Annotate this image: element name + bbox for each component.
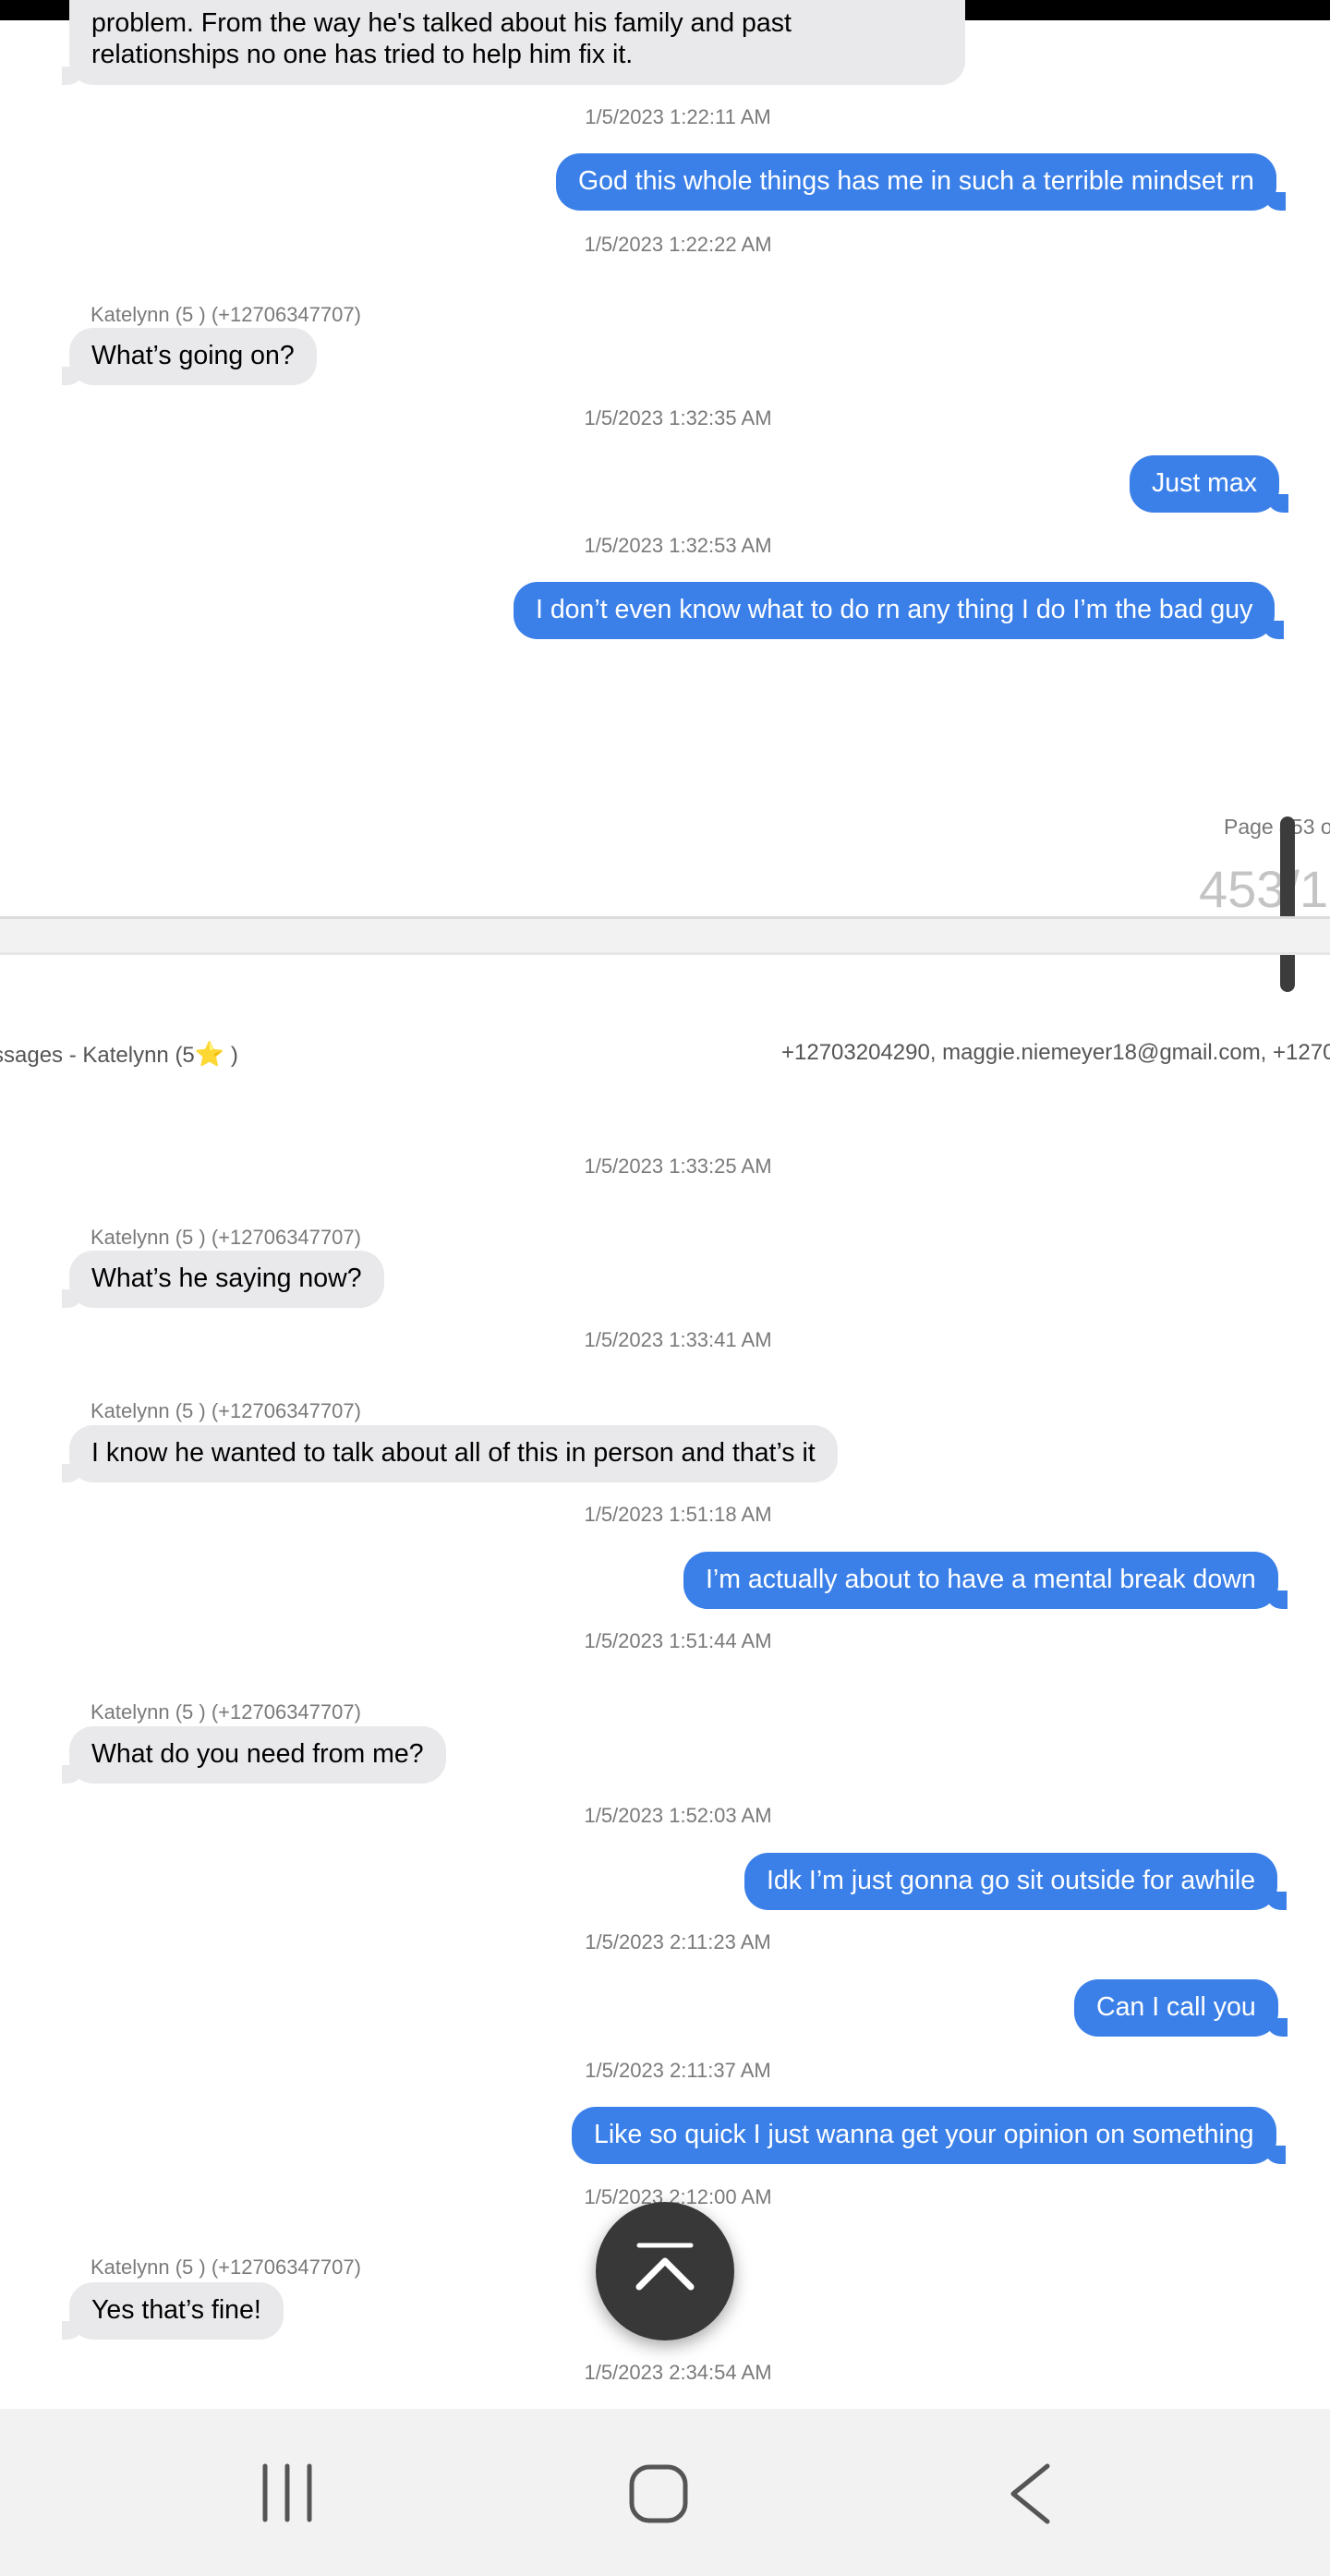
back-icon	[1010, 2463, 1050, 2524]
conversation-title-text: ssages - Katelynn (5	[0, 1043, 195, 1068]
message-text: What’s going on?	[91, 341, 295, 370]
message-timestamp: 1/5/2023 1:22:22 AM	[584, 233, 772, 256]
system-navigation-bar	[0, 2409, 1330, 2576]
message-text: I don’t even know what to do rn any thin…	[536, 595, 1253, 624]
scroll-to-top-button[interactable]	[596, 2202, 734, 2340]
message-bubble-outgoing: Can I call you	[1074, 1979, 1288, 2037]
message-timestamp: 1/5/2023 1:51:18 AM	[584, 1503, 772, 1526]
message-sender: Katelynn (5 ) (+12706347707)	[91, 303, 361, 326]
message-bubble-incoming: I know he wanted to talk about all of th…	[62, 1425, 838, 1482]
home-icon	[629, 2464, 688, 2523]
message-timestamp: 1/5/2023 1:22:11 AM	[585, 105, 771, 128]
message-timestamp: 1/5/2023 2:34:54 AM	[584, 2361, 772, 2384]
message-text: I’m actually about to have a mental brea…	[706, 1565, 1256, 1594]
recents-icon	[262, 2463, 312, 2522]
message-sender: Katelynn (5 ) (+12706347707)	[91, 1399, 361, 1422]
message-sender: Katelynn (5 ) (+12706347707)	[91, 1700, 361, 1723]
message-sender: Katelynn (5 ) (+12706347707)	[91, 2256, 361, 2279]
message-text: God this whole things has me in such a t…	[578, 166, 1254, 196]
message-timestamp: 1/5/2023 2:11:37 AM	[585, 2059, 771, 2082]
message-timestamp: 1/5/2023 1:52:03 AM	[584, 1804, 772, 1827]
message-text: Idk I’m just gonna go sit outside for aw…	[767, 1866, 1256, 1895]
message-text: Yes that’s fine!	[91, 2295, 261, 2325]
conversation-participants: +12703204290, maggie.niemeyer18@gmail.co…	[781, 1040, 1330, 1065]
message-text-line: problem. From the way he's talked about …	[91, 8, 792, 38]
star-icon: ⭐	[194, 1040, 225, 1068]
message-bubble-outgoing: God this whole things has me in such a t…	[556, 153, 1286, 211]
message-timestamp: 1/5/2023 1:33:25 AM	[584, 1155, 772, 1178]
nav-recents-button[interactable]	[213, 2409, 361, 2576]
message-text: Like so quick I just wanna get your opin…	[594, 2120, 1254, 2149]
message-bubble-outgoing: Idk I’m just gonna go sit outside for aw…	[744, 1853, 1288, 1910]
scrollbar-thumb[interactable]	[1280, 816, 1295, 992]
message-bubble-incoming: What’s going on?	[62, 328, 317, 385]
nav-home-button[interactable]	[585, 2409, 732, 2576]
chevron-up-with-bar-icon	[635, 2243, 695, 2291]
message-text: I know he wanted to talk about all of th…	[91, 1438, 816, 1468]
message-timestamp: 1/5/2023 1:51:44 AM	[584, 1629, 772, 1652]
message-timestamp: 1/5/2023 1:32:35 AM	[584, 406, 772, 429]
message-bubble-incoming: What’s he saying now?	[62, 1251, 384, 1308]
nav-back-button[interactable]	[956, 2409, 1104, 2576]
message-bubble-outgoing: I don’t even know what to do rn any thin…	[514, 582, 1285, 639]
page-label: Page 453 o	[1224, 815, 1330, 839]
conversation-title-suffix: )	[224, 1043, 238, 1068]
message-timestamp: 1/5/2023 1:33:41 AM	[584, 1328, 772, 1351]
page-divider	[0, 916, 1330, 955]
message-bubble-outgoing: Just max	[1130, 455, 1289, 513]
message-bubble-outgoing: Like so quick I just wanna get your opin…	[572, 2107, 1286, 2164]
message-sender: Katelynn (5 ) (+12706347707)	[91, 1226, 361, 1249]
conversation-title: ssages - Katelynn (5⭐ )	[0, 1040, 238, 1069]
message-bubble-outgoing: I’m actually about to have a mental brea…	[683, 1552, 1288, 1609]
page-number: 453/1	[1199, 860, 1329, 918]
message-bubble-incoming: What do you need from me?	[62, 1726, 446, 1784]
message-text: What do you need from me?	[91, 1739, 424, 1769]
message-text-line: relationships no one has tried to help h…	[91, 40, 634, 69]
message-text: What’s he saying now?	[91, 1264, 362, 1293]
message-timestamp: 1/5/2023 1:32:53 AM	[584, 534, 772, 557]
message-bubble-incoming: Yes that’s fine!	[62, 2282, 284, 2340]
message-bubble-incoming: problem. From the way he's talked about …	[62, 0, 965, 85]
message-text: Can I call you	[1096, 1992, 1256, 2022]
message-text: Just max	[1152, 468, 1258, 498]
message-timestamp: 1/5/2023 2:11:23 AM	[585, 1930, 771, 1953]
